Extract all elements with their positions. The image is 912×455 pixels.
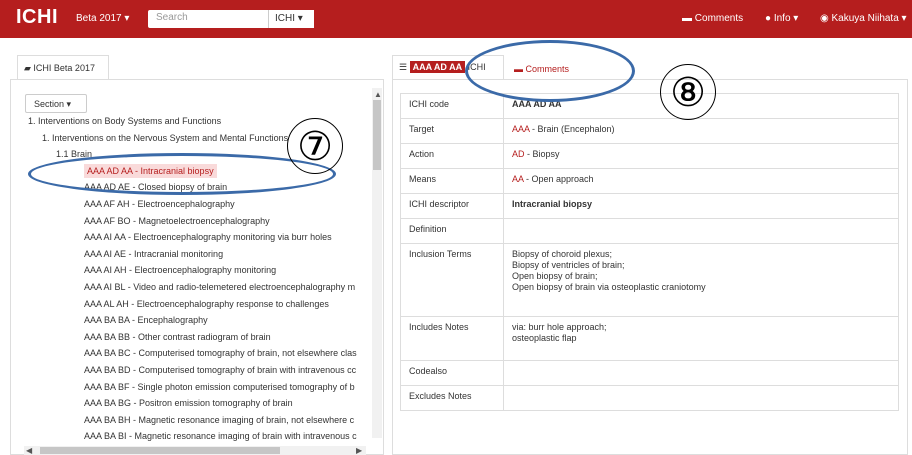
table-row: Definition (400, 218, 899, 244)
list-icon: ☰ (399, 62, 410, 72)
descriptor-label: ICHI descriptor (400, 193, 504, 219)
search-scope-dropdown[interactable]: ICHI ▾ (268, 10, 314, 28)
search-input[interactable]: Search (148, 10, 268, 28)
tree-horizontal-scroll-thumb[interactable] (40, 447, 280, 454)
section-dropdown[interactable]: Section ▾ (25, 94, 87, 113)
tree-item[interactable]: AAA BA BH - Magnetic resonance imaging o… (84, 413, 354, 427)
table-row: Excludes Notes (400, 385, 899, 411)
tree-vertical-scroll-thumb[interactable] (373, 100, 381, 170)
annotation-number-8: ⑧ (660, 64, 716, 120)
definition-value (503, 218, 899, 244)
codealso-label: Codealso (400, 360, 504, 386)
annotation-number-7: ⑦ (287, 118, 343, 174)
tab-ichi-beta-label: ICHI Beta 2017 (33, 63, 95, 73)
folder-icon: ▰ (24, 63, 34, 73)
includes-note: osteoplastic flap (512, 333, 577, 343)
table-row: Codealso (400, 360, 899, 386)
tree-item[interactable]: AAA AF AH - Electroencephalography (84, 197, 235, 211)
tree-item[interactable]: 1. Interventions on the Nervous System a… (42, 131, 288, 145)
user-menu[interactable]: ◉ Kakuya Niihata ▾ (820, 13, 907, 24)
target-code-link[interactable]: AAA (512, 124, 530, 134)
action-text: - Biopsy (524, 149, 560, 159)
tree-item[interactable]: 1. Interventions on Body Systems and Fun… (28, 114, 221, 128)
table-row: Includes Notes via: burr hole approach; … (400, 316, 899, 361)
tree-item[interactable]: AAA AI AH - Electroencephalography monit… (84, 263, 276, 277)
table-row: Action AD - Biopsy (400, 143, 899, 169)
inclusion-term: Biopsy of ventricles of brain; (512, 260, 625, 270)
tree-item[interactable]: AAA BA BI - Magnetic resonance imaging o… (84, 429, 357, 443)
scroll-up-arrow-icon[interactable]: ▲ (374, 90, 382, 99)
excludes-notes-value (503, 385, 899, 411)
table-row: Inclusion Terms Biopsy of choroid plexus… (400, 243, 899, 317)
tree-item[interactable]: AAA AI BL - Video and radio-telemetered … (84, 280, 355, 294)
tree-item[interactable]: AAA BA BD - Computerised tomography of b… (84, 363, 356, 377)
target-value: AAA - Brain (Encephalon) (503, 118, 899, 144)
tree-item[interactable]: AAA AI AA - Electroencephalography monit… (84, 230, 332, 244)
inclusion-term: Open biopsy of brain; (512, 271, 598, 281)
user-icon: ◉ (820, 13, 832, 24)
brand-logo[interactable]: ICHI (16, 6, 58, 29)
top-navbar: ICHI Beta 2017 ▾ Search ICHI ▾ ▬ Comment… (0, 0, 912, 38)
means-text: - Open approach (523, 174, 594, 184)
tree-item[interactable]: AAA AI AE - Intracranial monitoring (84, 247, 223, 261)
target-text: - Brain (Encephalon) (529, 124, 615, 134)
inclusion-term: Open biopsy of brain via osteoplastic cr… (512, 282, 706, 292)
means-value: AA - Open approach (503, 168, 899, 194)
action-code-link[interactable]: AD (512, 149, 525, 159)
scroll-left-arrow-icon[interactable]: ◀ (26, 446, 32, 455)
info-icon: ● (765, 13, 774, 24)
means-code-link[interactable]: AA (512, 174, 524, 184)
includes-notes-value: via: burr hole approach; osteoplastic fl… (503, 316, 899, 361)
inclusion-label: Inclusion Terms (400, 243, 504, 317)
action-value: AD - Biopsy (503, 143, 899, 169)
info-nav-label: Info ▾ (773, 13, 799, 24)
descriptor-value: Intracranial biopsy (503, 193, 899, 219)
table-row: Means AA - Open approach (400, 168, 899, 194)
tree-item[interactable]: AAA BA BF - Single photon emission compu… (84, 380, 355, 394)
ichi-code-label: ICHI code (400, 93, 504, 119)
comments-nav-label: Comments (694, 13, 744, 24)
highlight-ellipse-comments-tab (465, 40, 635, 102)
tree-item[interactable]: AAA AF BO - Magnetoelectroencephalograph… (84, 214, 270, 228)
definition-label: Definition (400, 218, 504, 244)
scroll-right-arrow-icon[interactable]: ▶ (356, 446, 362, 455)
target-label: Target (400, 118, 504, 144)
comments-nav-link[interactable]: ▬ Comments (682, 13, 743, 24)
tree-item[interactable]: AAA BA BC - Computerised tomography of b… (84, 346, 357, 360)
table-row: Target AAA - Brain (Encephalon) (400, 118, 899, 144)
tab-code-badge: AAA AD AA (409, 61, 466, 73)
tree-item[interactable]: AAA BA BA - Encephalography (84, 313, 208, 327)
tab-ichi-beta[interactable]: ▰ ICHI Beta 2017 (17, 55, 109, 80)
comments-icon: ▬ (682, 13, 695, 24)
excludes-notes-label: Excludes Notes (400, 385, 504, 411)
includes-notes-label: Includes Notes (400, 316, 504, 361)
tree-item[interactable]: AAA BA BB - Other contrast radiogram of … (84, 330, 271, 344)
tree-item[interactable]: AAA BA BG - Positron emission tomography… (84, 396, 293, 410)
includes-note: via: burr hole approach; (512, 322, 607, 332)
inclusion-value: Biopsy of choroid plexus; Biopsy of vent… (503, 243, 899, 317)
details-table: ICHI code AAA AD AA Target AAA - Brain (… (400, 93, 899, 411)
table-row: ICHI code AAA AD AA (400, 93, 899, 119)
inclusion-term: Biopsy of choroid plexus; (512, 249, 613, 259)
action-label: Action (400, 143, 504, 169)
user-name: Kakuya Niihata ▾ (831, 13, 907, 24)
means-label: Means (400, 168, 504, 194)
tree-item[interactable]: AAA AL AH - Electroencephalography respo… (84, 297, 329, 311)
table-row: ICHI descriptor Intracranial biopsy (400, 193, 899, 219)
codealso-value (503, 360, 899, 386)
version-dropdown[interactable]: Beta 2017 ▾ (76, 13, 129, 24)
info-dropdown[interactable]: ● Info ▾ (765, 13, 798, 24)
